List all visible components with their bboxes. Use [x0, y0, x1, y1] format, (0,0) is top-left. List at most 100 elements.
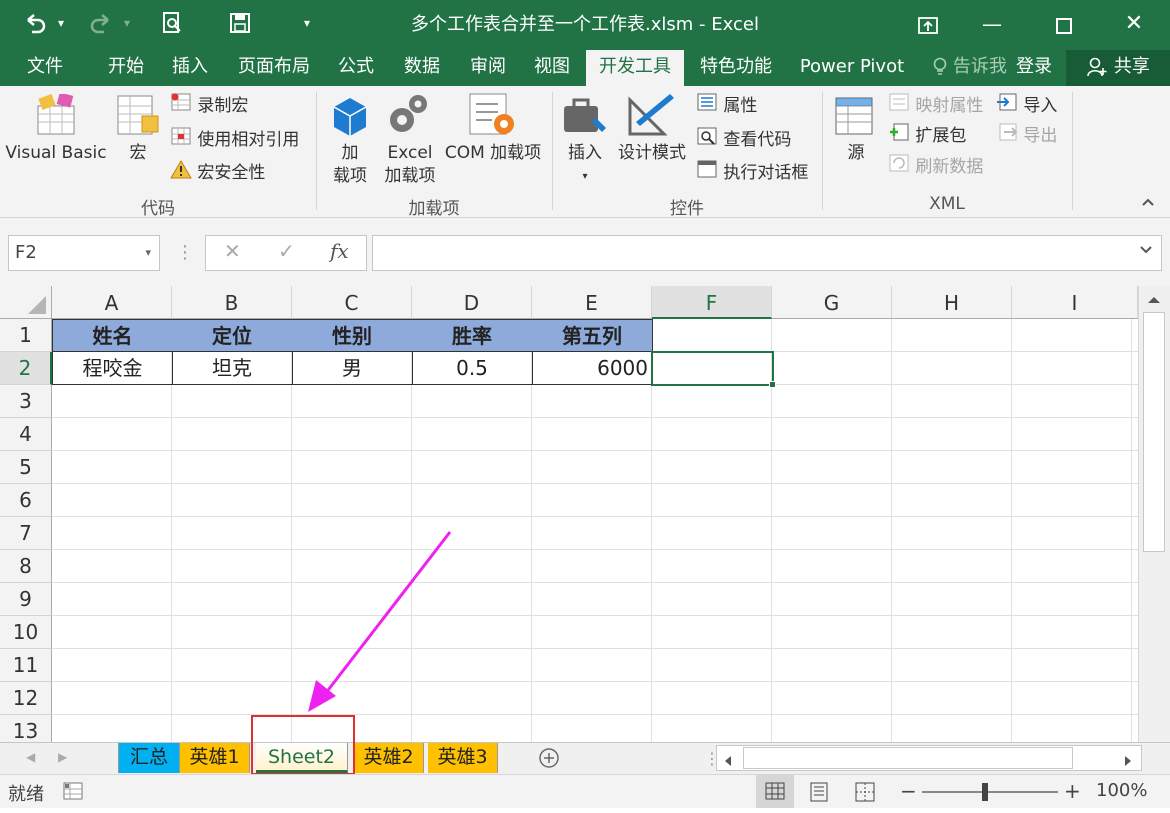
formula-input[interactable]	[372, 235, 1162, 271]
source-button[interactable]: 源	[836, 142, 876, 165]
cell-d2[interactable]: 0.5	[412, 352, 533, 385]
row-header-11[interactable]: 11	[0, 649, 52, 682]
run-dialog-button[interactable]: 执行对话框	[696, 159, 808, 185]
properties-button[interactable]: 属性	[696, 92, 757, 118]
cancel-icon[interactable]: ✕	[224, 239, 241, 263]
close-button[interactable]: ✕	[1112, 8, 1156, 40]
scroll-right-icon[interactable]	[1123, 752, 1133, 771]
zoom-out-icon[interactable]: −	[900, 779, 917, 803]
column-header-f[interactable]: F	[652, 286, 772, 319]
record-macro-button[interactable]: 录制宏	[170, 92, 248, 118]
row-header-12[interactable]: 12	[0, 682, 52, 715]
tab-data[interactable]: 数据	[392, 50, 452, 86]
row-header-3[interactable]: 3	[0, 385, 52, 418]
cell-a2[interactable]: 程咬金	[52, 352, 173, 385]
expansion-pack-button[interactable]: 扩展包	[888, 122, 966, 148]
row-header-9[interactable]: 9	[0, 583, 52, 616]
excel-addins-button[interactable]: Excel 加载项	[380, 142, 440, 188]
cell-c1[interactable]: 性别	[292, 319, 413, 352]
zoom-in-icon[interactable]: +	[1064, 779, 1081, 803]
column-header-b[interactable]: B	[172, 286, 292, 319]
column-header-c[interactable]: C	[292, 286, 412, 319]
design-mode-button[interactable]: 设计模式	[612, 142, 692, 165]
active-cell-f2[interactable]	[651, 351, 774, 386]
tab-power-pivot[interactable]: Power Pivot	[790, 50, 914, 86]
tab-file[interactable]: 文件	[14, 50, 76, 86]
cell-e1[interactable]: 第五列	[532, 319, 653, 352]
cell-a1[interactable]: 姓名	[52, 319, 173, 352]
row-header-7[interactable]: 7	[0, 517, 52, 550]
row-header-5[interactable]: 5	[0, 451, 52, 484]
minimize-button[interactable]: —	[970, 8, 1014, 40]
visual-basic-button[interactable]: Visual Basic	[4, 142, 108, 165]
maximize-button[interactable]	[1042, 8, 1086, 40]
next-sheet-icon[interactable]: ▶	[58, 750, 67, 764]
tab-developer[interactable]: 开发工具	[586, 50, 684, 86]
page-layout-view-icon[interactable]	[808, 781, 830, 808]
cell-c2[interactable]: 男	[292, 352, 413, 385]
ribbon-display-icon[interactable]	[906, 8, 950, 40]
insert-control-button[interactable]: 插入 ▾	[560, 142, 610, 188]
redo-icon[interactable]	[88, 10, 114, 42]
zoom-slider-thumb[interactable]	[982, 783, 988, 801]
page-break-view-icon[interactable]	[854, 781, 876, 808]
normal-view-icon[interactable]	[756, 775, 794, 808]
fill-handle[interactable]	[769, 381, 776, 388]
tab-review[interactable]: 审阅	[458, 50, 518, 86]
collapse-ribbon-icon[interactable]	[1140, 194, 1156, 214]
zoom-level[interactable]: 100%	[1096, 780, 1147, 801]
expand-formula-icon[interactable]	[1139, 242, 1153, 260]
share-button[interactable]: 共享	[1066, 50, 1170, 86]
cell-d1[interactable]: 胜率	[412, 319, 533, 352]
tab-view[interactable]: 视图	[522, 50, 582, 86]
com-addins-button[interactable]: COM 加载项	[438, 142, 548, 165]
prev-sheet-icon[interactable]: ◀	[26, 750, 35, 764]
export-button[interactable]: 导出	[996, 122, 1057, 148]
column-header-e[interactable]: E	[532, 286, 652, 319]
macro-security-button[interactable]: 宏安全性	[170, 159, 265, 185]
cell-b2[interactable]: 坦克	[172, 352, 293, 385]
tab-insert[interactable]: 插入	[160, 50, 220, 86]
undo-icon[interactable]	[22, 10, 48, 42]
refresh-data-button[interactable]: 刷新数据	[888, 153, 983, 179]
column-header-a[interactable]: A	[52, 286, 172, 319]
vertical-scroll-thumb[interactable]	[1143, 312, 1165, 552]
horizontal-scrollbar[interactable]	[716, 745, 1142, 771]
column-header-h[interactable]: H	[892, 286, 1012, 319]
undo-dropdown-icon[interactable]: ▾	[58, 10, 64, 36]
redo-dropdown-icon[interactable]: ▾	[124, 10, 130, 36]
tell-me-search[interactable]: 告诉我	[930, 50, 1010, 86]
sheet-tab-hero3[interactable]: 英雄3	[428, 743, 498, 773]
row-header-2[interactable]: 2	[0, 352, 52, 385]
row-header-10[interactable]: 10	[0, 616, 52, 649]
sheet-tab-hero1[interactable]: 英雄1	[180, 743, 250, 773]
tab-formulas[interactable]: 公式	[328, 50, 384, 86]
addins-button[interactable]: 加 载项	[326, 142, 374, 188]
tab-special-features[interactable]: 特色功能	[690, 50, 782, 86]
row-header-6[interactable]: 6	[0, 484, 52, 517]
row-header-8[interactable]: 8	[0, 550, 52, 583]
insert-function-icon[interactable]: fx	[330, 239, 349, 263]
map-properties-button[interactable]: 映射属性	[888, 92, 983, 118]
name-box[interactable]: F2 ▾	[8, 235, 160, 271]
macro-button[interactable]: 宏	[118, 142, 158, 165]
scroll-left-icon[interactable]	[723, 752, 733, 771]
import-button[interactable]: 导入	[996, 92, 1057, 118]
tab-page-layout[interactable]: 页面布局	[228, 50, 320, 86]
column-header-d[interactable]: D	[412, 286, 532, 319]
vertical-scrollbar[interactable]	[1138, 286, 1170, 742]
print-preview-icon[interactable]	[160, 10, 184, 42]
login-link[interactable]: 登录	[1010, 50, 1058, 86]
name-box-dropdown-icon[interactable]: ▾	[145, 236, 151, 270]
cell-b1[interactable]: 定位	[172, 319, 293, 352]
macro-record-status-icon[interactable]	[62, 781, 84, 806]
horizontal-scroll-thumb[interactable]	[743, 747, 1073, 769]
relative-reference-button[interactable]: 使用相对引用	[170, 126, 299, 152]
row-header-4[interactable]: 4	[0, 418, 52, 451]
enter-icon[interactable]: ✓	[278, 239, 295, 263]
sheet-tab-summary[interactable]: 汇总	[118, 743, 180, 773]
cell-e2[interactable]: 6000	[532, 352, 653, 385]
save-icon[interactable]	[228, 10, 252, 42]
select-all-corner[interactable]	[0, 286, 52, 319]
scroll-up-icon[interactable]	[1145, 292, 1163, 311]
